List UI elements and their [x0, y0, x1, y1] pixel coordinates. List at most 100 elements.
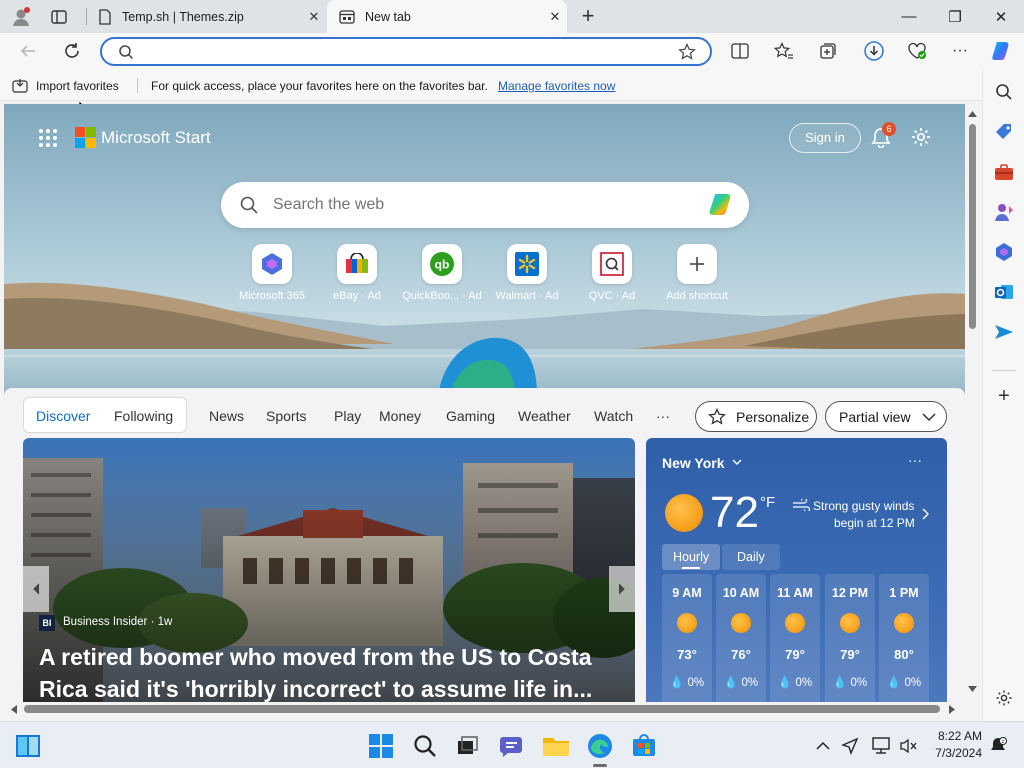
copilot-icon[interactable] — [987, 36, 1017, 66]
temperature-unit[interactable]: °F — [760, 494, 775, 511]
vertical-scrollbar[interactable] — [966, 104, 979, 702]
hourly-forecast-item[interactable]: 1 PM 80° 💧 0% — [879, 574, 929, 702]
microsoft-365-sidebar-icon[interactable] — [992, 240, 1016, 264]
headline-card[interactable]: BI Business Insider · 1w A retired boome… — [23, 438, 635, 702]
tab-actions-icon[interactable] — [50, 8, 68, 26]
page-settings-icon[interactable] — [910, 126, 932, 148]
notification-center-icon[interactable]: z — [983, 731, 1013, 761]
shortcut-add[interactable]: Add shortcut — [657, 244, 737, 302]
favorites-icon[interactable] — [769, 36, 799, 66]
refresh-button[interactable] — [57, 36, 87, 66]
collections-icon[interactable] — [813, 36, 843, 66]
chevron-right-icon[interactable] — [922, 508, 929, 520]
scroll-left-arrow-icon[interactable] — [10, 705, 17, 714]
shortcut-microsoft-365[interactable]: Microsoft 365 — [232, 244, 312, 302]
sidebar-search-icon[interactable] — [992, 80, 1016, 104]
copilot-search-icon[interactable] — [707, 192, 735, 218]
location-arrow-icon[interactable] — [835, 731, 865, 761]
show-hidden-icons-chevron[interactable] — [808, 731, 838, 761]
tab-daily[interactable]: Daily — [722, 544, 780, 570]
web-search-input[interactable] — [273, 193, 693, 217]
tab-watch[interactable]: Watch — [594, 408, 633, 424]
more-tabs-button[interactable]: ··· — [656, 408, 670, 424]
carousel-next-button[interactable] — [609, 566, 635, 612]
minimize-button[interactable]: — — [886, 0, 932, 33]
location-chevron-icon[interactable] — [732, 459, 742, 466]
tab-close-icon[interactable]: ✕ — [543, 9, 567, 25]
weather-card[interactable]: New York ··· 72 °F Strong gusty winds be… — [646, 438, 947, 702]
shortcut-quickbooks[interactable]: qb QuickBoo... · Ad — [402, 244, 482, 302]
profile-avatar[interactable] — [10, 6, 32, 28]
clock-time[interactable]: 8:22 AM — [930, 729, 982, 743]
taskbar-search-icon[interactable] — [410, 731, 440, 761]
more-menu-icon[interactable]: ··· — [945, 36, 975, 66]
address-input[interactable] — [142, 41, 662, 62]
widgets-icon[interactable] — [13, 731, 43, 761]
personalize-button[interactable]: Personalize — [695, 401, 817, 432]
restore-button[interactable]: ❐ — [932, 0, 978, 33]
task-view-icon[interactable] — [452, 731, 482, 761]
games-icon[interactable] — [992, 200, 1016, 224]
import-favorites-button[interactable]: Import favorites — [36, 79, 119, 93]
browser-essentials-icon[interactable] — [902, 36, 932, 66]
edge-taskbar-icon[interactable] — [585, 731, 615, 761]
tab-news[interactable]: News — [209, 408, 244, 424]
tools-icon[interactable] — [992, 160, 1016, 184]
tab-hourly[interactable]: Hourly — [662, 544, 720, 570]
scroll-down-arrow-icon[interactable] — [968, 686, 977, 693]
tab-sports[interactable]: Sports — [266, 408, 306, 424]
tab-discover[interactable]: Discover — [36, 408, 90, 424]
weather-location[interactable]: New York — [662, 455, 725, 471]
scroll-up-arrow-icon[interactable] — [968, 110, 977, 117]
tab-new-tab[interactable]: New tab ✕ — [327, 0, 567, 33]
vertical-scroll-thumb[interactable] — [969, 124, 976, 329]
hourly-forecast-item[interactable]: 10 AM 76° 💧 0% — [716, 574, 766, 702]
teams-chat-icon[interactable] — [497, 731, 527, 761]
tab-play[interactable]: Play — [334, 408, 361, 424]
send-icon[interactable] — [992, 320, 1016, 344]
headline-title[interactable]: A retired boomer who moved from the US t… — [39, 641, 624, 702]
scroll-right-arrow-icon[interactable] — [949, 705, 956, 714]
headline-source[interactable]: Business Insider · 1w — [63, 616, 172, 628]
hourly-forecast-item[interactable]: 9 AM 73° 💧 0% — [662, 574, 712, 702]
downloads-icon[interactable] — [859, 36, 889, 66]
carousel-prev-button[interactable] — [23, 566, 49, 612]
back-button[interactable] — [13, 36, 43, 66]
tab-weather[interactable]: Weather — [518, 408, 571, 424]
address-bar[interactable] — [100, 37, 712, 66]
file-explorer-icon[interactable] — [541, 731, 571, 761]
split-screen-icon[interactable] — [725, 36, 755, 66]
apps-launcher-icon[interactable] — [38, 128, 58, 148]
tab-following[interactable]: Following — [114, 408, 173, 424]
hourly-forecast-item[interactable]: 12 PM 79° 💧 0% — [825, 574, 875, 702]
weather-more-options[interactable]: ··· — [908, 452, 922, 468]
shortcut-qvc[interactable]: QVC · Ad — [572, 244, 652, 302]
network-icon[interactable] — [866, 731, 896, 761]
start-button-icon[interactable] — [366, 731, 396, 761]
close-window-button[interactable]: ✕ — [978, 0, 1024, 33]
favorite-star-icon[interactable] — [678, 43, 696, 61]
shopping-tag-icon[interactable] — [992, 120, 1016, 144]
sidebar-settings-icon[interactable] — [992, 686, 1016, 710]
view-selector[interactable]: Partial view — [825, 401, 947, 432]
manage-favorites-link[interactable]: Manage favorites now — [498, 79, 615, 93]
shortcut-ebay[interactable]: eBay · Ad — [317, 244, 397, 302]
hourly-forecast-item[interactable]: 11 AM 79° 💧 0% — [770, 574, 820, 702]
shortcut-walmart[interactable]: Walmart · Ad — [487, 244, 567, 302]
brand-title[interactable]: Microsoft Start — [101, 128, 211, 148]
add-sidebar-app-icon[interactable]: + — [992, 384, 1016, 408]
import-favorites-icon[interactable] — [12, 78, 28, 94]
horizontal-scrollbar[interactable] — [4, 702, 965, 716]
outlook-icon[interactable] — [992, 280, 1016, 304]
volume-muted-icon[interactable] — [893, 731, 923, 761]
web-search-box[interactable] — [221, 182, 749, 228]
tab-temp-sh[interactable]: Temp.sh | Themes.zip ✕ — [86, 0, 326, 33]
new-tab-button[interactable]: + — [577, 3, 599, 29]
clock-date[interactable]: 7/3/2024 — [922, 746, 982, 760]
tab-close-icon[interactable]: ✕ — [302, 9, 326, 25]
horizontal-scroll-thumb[interactable] — [24, 705, 940, 713]
sign-in-button[interactable]: Sign in — [789, 123, 861, 153]
tab-gaming[interactable]: Gaming — [446, 408, 495, 424]
tab-money[interactable]: Money — [379, 408, 421, 424]
microsoft-store-icon[interactable] — [629, 731, 659, 761]
